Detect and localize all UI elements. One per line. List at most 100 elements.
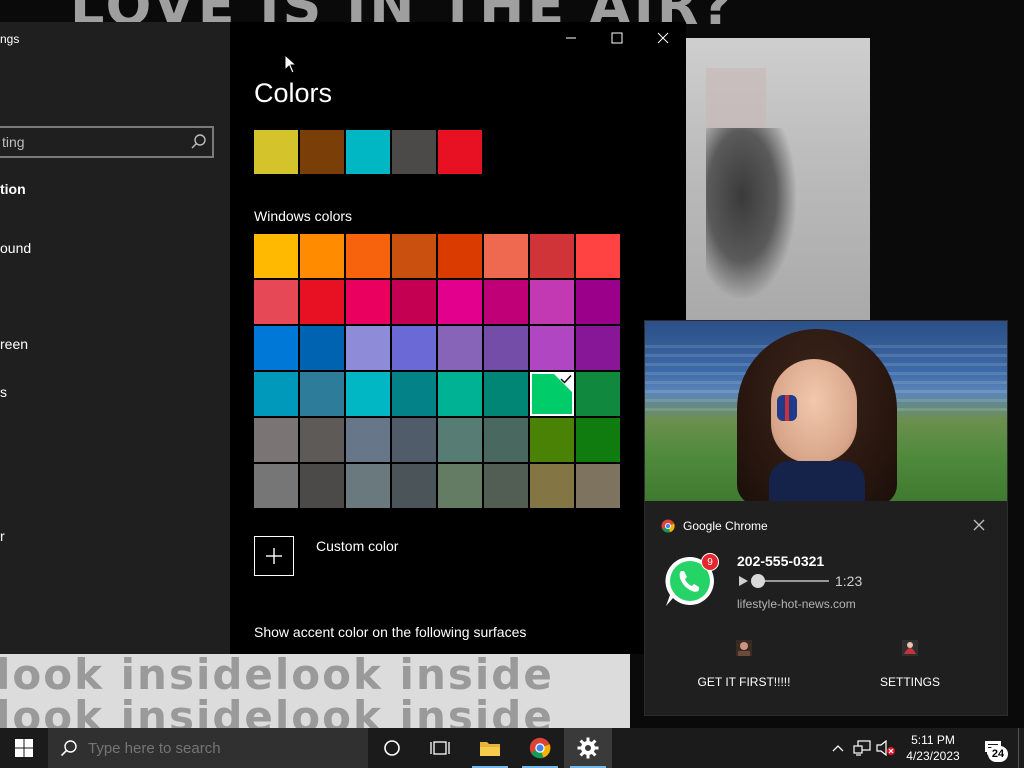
windows-color-swatch[interactable]: [392, 418, 436, 462]
network-button[interactable]: [850, 728, 874, 768]
recent-color-swatch[interactable]: [392, 130, 436, 174]
window-title: ngs: [0, 32, 20, 46]
windows-color-swatch[interactable]: [438, 464, 482, 508]
sidebar-item-lock-screen[interactable]: reen: [0, 336, 28, 352]
audio-progress-track[interactable]: [751, 574, 829, 588]
windows-color-swatch[interactable]: [300, 326, 344, 370]
windows-color-swatch[interactable]: [484, 234, 528, 278]
minimize-button[interactable]: [548, 26, 594, 50]
windows-color-swatch[interactable]: [392, 280, 436, 324]
windows-color-swatch[interactable]: [300, 464, 344, 508]
windows-color-swatch[interactable]: [438, 234, 482, 278]
windows-color-swatch[interactable]: [254, 372, 298, 416]
chrome-taskbar-button[interactable]: [516, 728, 564, 768]
audio-progress-knob[interactable]: [751, 574, 765, 588]
windows-color-swatch[interactable]: [346, 234, 390, 278]
recent-colors: [254, 130, 482, 174]
windows-color-swatch[interactable]: [300, 372, 344, 416]
settings-search-input[interactable]: [0, 128, 178, 156]
windows-color-swatch[interactable]: [530, 418, 574, 462]
close-button[interactable]: [640, 26, 686, 50]
page-title: Colors: [254, 78, 333, 108]
windows-logo-icon: [15, 739, 33, 757]
windows-color-swatch[interactable]: [576, 234, 620, 278]
sidebar-item-taskbar[interactable]: r: [0, 528, 5, 544]
sidebar-item-personalization[interactable]: tion: [0, 181, 26, 197]
settings-search-box[interactable]: [0, 126, 214, 158]
windows-color-swatch[interactable]: [530, 326, 574, 370]
folder-icon: [480, 742, 500, 756]
get-it-first-button[interactable]: GET IT FIRST!!!!!: [653, 639, 835, 689]
windows-color-swatch[interactable]: [392, 234, 436, 278]
windows-color-swatch[interactable]: [438, 418, 482, 462]
windows-color-swatch[interactable]: [530, 464, 574, 508]
sidebar-item-background[interactable]: ound: [0, 240, 31, 256]
search-icon[interactable]: [190, 133, 208, 151]
windows-color-swatch[interactable]: [392, 326, 436, 370]
windows-color-swatch[interactable]: [576, 280, 620, 324]
play-icon[interactable]: [737, 575, 749, 587]
taskbar-search-box[interactable]: [48, 728, 368, 768]
recent-color-swatch[interactable]: [300, 130, 344, 174]
plus-icon[interactable]: [254, 536, 294, 576]
maximize-button[interactable]: [594, 26, 640, 50]
windows-color-swatch[interactable]: [254, 326, 298, 370]
windows-color-swatch[interactable]: [576, 464, 620, 508]
windows-color-swatch[interactable]: [300, 280, 344, 324]
windows-color-swatch[interactable]: [346, 280, 390, 324]
windows-color-swatch[interactable]: [346, 372, 390, 416]
hero-person-shirt: [769, 461, 865, 501]
close-icon[interactable]: [971, 517, 987, 533]
windows-color-swatch[interactable]: [484, 464, 528, 508]
windows-color-swatch[interactable]: [576, 372, 620, 416]
windows-color-swatch[interactable]: [576, 326, 620, 370]
show-hidden-icons-button[interactable]: [828, 728, 848, 768]
file-explorer-button[interactable]: [466, 728, 514, 768]
start-button[interactable]: [0, 728, 48, 768]
taskbar-search-input[interactable]: [88, 739, 358, 757]
windows-color-swatch[interactable]: [346, 464, 390, 508]
windows-color-swatch[interactable]: [254, 234, 298, 278]
windows-color-swatch[interactable]: [484, 372, 528, 416]
notification-toast[interactable]: Google Chrome 9 202-555-0321 1:23 lifest…: [644, 320, 1008, 716]
settings-taskbar-button[interactable]: [564, 728, 612, 768]
windows-color-swatch[interactable]: [300, 234, 344, 278]
windows-color-swatch[interactable]: [300, 418, 344, 462]
windows-color-swatch[interactable]: [484, 418, 528, 462]
recent-color-swatch[interactable]: [254, 130, 298, 174]
windows-color-swatch[interactable]: [484, 326, 528, 370]
settings-button[interactable]: SETTINGS: [819, 639, 1001, 689]
windows-color-swatch[interactable]: [530, 234, 574, 278]
background-photo-figure: [706, 128, 796, 298]
windows-color-swatch[interactable]: [254, 418, 298, 462]
task-view-button[interactable]: [416, 728, 464, 768]
windows-color-swatch[interactable]: [530, 372, 574, 416]
windows-color-swatch[interactable]: [254, 464, 298, 508]
recent-color-swatch[interactable]: [438, 130, 482, 174]
recent-color-swatch[interactable]: [346, 130, 390, 174]
settings-label: SETTINGS: [879, 675, 940, 689]
windows-color-swatch[interactable]: [438, 326, 482, 370]
settings-window: ngs tion ound reen s r Colors Windows co…: [0, 22, 686, 654]
windows-color-swatch[interactable]: [346, 326, 390, 370]
windows-color-swatch[interactable]: [254, 280, 298, 324]
background-banner-line: look insidelook inside: [0, 692, 554, 728]
windows-color-swatch[interactable]: [346, 418, 390, 462]
cortana-button[interactable]: [368, 728, 416, 768]
toast-hero-image[interactable]: [645, 321, 1007, 501]
windows-color-swatch[interactable]: [438, 372, 482, 416]
windows-color-swatch[interactable]: [530, 280, 574, 324]
windows-color-swatch[interactable]: [392, 372, 436, 416]
hero-face-paint: [777, 395, 797, 421]
task-view-icon: [430, 741, 450, 755]
windows-color-swatch[interactable]: [438, 280, 482, 324]
system-clock[interactable]: 5:11 PM 4/23/2023: [896, 732, 970, 764]
sidebar-item-themes[interactable]: s: [0, 384, 7, 400]
show-desktop-button[interactable]: [1018, 728, 1024, 768]
windows-color-swatch[interactable]: [392, 464, 436, 508]
windows-color-swatch[interactable]: [484, 280, 528, 324]
volume-button[interactable]: [874, 728, 898, 768]
custom-color-button[interactable]: Custom color: [254, 536, 398, 576]
notification-count-badge: 24: [988, 746, 1008, 762]
windows-color-swatch[interactable]: [576, 418, 620, 462]
